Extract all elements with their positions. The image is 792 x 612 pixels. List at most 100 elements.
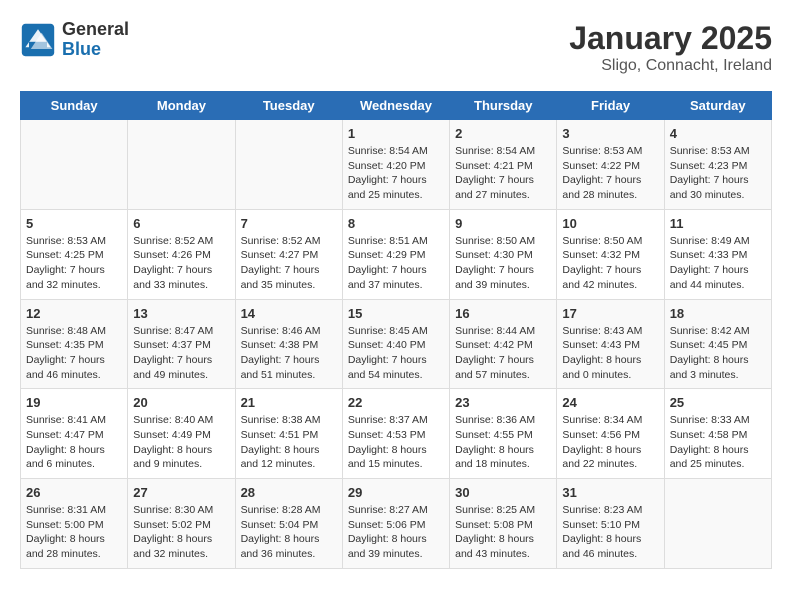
day-info: Sunrise: 8:30 AM Sunset: 5:02 PM Dayligh… — [133, 503, 229, 562]
day-number: 10 — [562, 216, 658, 231]
day-number: 24 — [562, 395, 658, 410]
day-number: 22 — [348, 395, 444, 410]
day-cell: 3Sunrise: 8:53 AM Sunset: 4:22 PM Daylig… — [557, 120, 664, 210]
day-info: Sunrise: 8:37 AM Sunset: 4:53 PM Dayligh… — [348, 413, 444, 472]
day-info: Sunrise: 8:43 AM Sunset: 4:43 PM Dayligh… — [562, 324, 658, 383]
week-row-3: 12 Sunrise: 8:48 AM Sunset: 4:35 PM Dayli… — [21, 299, 772, 389]
col-header-wednesday: Wednesday — [342, 92, 449, 120]
day-number: 26 — [26, 485, 122, 500]
day-cell — [235, 120, 342, 210]
day-number: 31 — [562, 485, 658, 500]
week-row-1: 1 Sunrise: 8:54 AM Sunset: 4:20 PM Daylig… — [21, 120, 772, 210]
logo-line2: Blue — [62, 40, 129, 60]
day-info: Sunrise: 8:48 AM Sunset: 4:35 PM Dayligh… — [26, 324, 122, 383]
day-cell: 27 Sunrise: 8:30 AM Sunset: 5:02 PM Dayli… — [128, 479, 235, 569]
day-number: 8 — [348, 216, 444, 231]
day-info: Sunrise: 8:45 AM Sunset: 4:40 PM Dayligh… — [348, 324, 444, 383]
day-info: Sunrise: 8:38 AM Sunset: 4:51 PM Dayligh… — [241, 413, 337, 472]
logo-icon — [20, 22, 56, 58]
day-number: 12 — [26, 306, 122, 321]
day-cell: 7Sunrise: 8:52 AM Sunset: 4:27 PM Daylig… — [235, 209, 342, 299]
day-number: 3 — [562, 126, 658, 141]
day-number: 7 — [241, 216, 337, 231]
day-cell: 12 Sunrise: 8:48 AM Sunset: 4:35 PM Dayli… — [21, 299, 128, 389]
day-info: Sunrise: 8:46 AM Sunset: 4:38 PM Dayligh… — [241, 324, 337, 383]
day-cell: 20Sunrise: 8:40 AM Sunset: 4:49 PM Dayli… — [128, 389, 235, 479]
day-info: Sunrise: 8:34 AM Sunset: 4:56 PM Dayligh… — [562, 413, 658, 472]
calendar-table: SundayMondayTuesdayWednesdayThursdayFrid… — [20, 91, 772, 569]
day-cell: 8 Sunrise: 8:51 AM Sunset: 4:29 PM Daylig… — [342, 209, 449, 299]
day-number: 15 — [348, 306, 444, 321]
day-cell: 13 Sunrise: 8:47 AM Sunset: 4:37 PM Dayli… — [128, 299, 235, 389]
page-subtitle: Sligo, Connacht, Ireland — [569, 57, 772, 75]
day-cell: 6 Sunrise: 8:52 AM Sunset: 4:26 PM Daylig… — [128, 209, 235, 299]
day-info: Sunrise: 8:50 AM Sunset: 4:32 PM Dayligh… — [562, 234, 658, 293]
logo-text: General Blue — [62, 20, 129, 60]
day-cell: 2 Sunrise: 8:54 AM Sunset: 4:21 PM Daylig… — [450, 120, 557, 210]
day-number: 19 — [26, 395, 122, 410]
day-number: 2 — [455, 126, 551, 141]
header-row: SundayMondayTuesdayWednesdayThursdayFrid… — [21, 92, 772, 120]
day-info: Sunrise: 8:51 AM Sunset: 4:29 PM Dayligh… — [348, 234, 444, 293]
day-cell: 28 Sunrise: 8:28 AM Sunset: 5:04 PM Dayli… — [235, 479, 342, 569]
day-number: 11 — [670, 216, 766, 231]
day-info: Sunrise: 8:44 AM Sunset: 4:42 PM Dayligh… — [455, 324, 551, 383]
day-number: 16 — [455, 306, 551, 321]
col-header-sunday: Sunday — [21, 92, 128, 120]
logo-line1: General — [62, 20, 129, 40]
week-row-2: 5Sunrise: 8:53 AM Sunset: 4:25 PM Daylig… — [21, 209, 772, 299]
day-info: Sunrise: 8:54 AM Sunset: 4:20 PM Dayligh… — [348, 144, 444, 203]
day-number: 23 — [455, 395, 551, 410]
day-info: Sunrise: 8:36 AM Sunset: 4:55 PM Dayligh… — [455, 413, 551, 472]
day-number: 21 — [241, 395, 337, 410]
day-number: 25 — [670, 395, 766, 410]
day-cell: 26Sunrise: 8:31 AM Sunset: 5:00 PM Dayli… — [21, 479, 128, 569]
day-cell — [664, 479, 771, 569]
day-info: Sunrise: 8:33 AM Sunset: 4:58 PM Dayligh… — [670, 413, 766, 472]
day-cell: 5Sunrise: 8:53 AM Sunset: 4:25 PM Daylig… — [21, 209, 128, 299]
day-info: Sunrise: 8:25 AM Sunset: 5:08 PM Dayligh… — [455, 503, 551, 562]
day-cell: 25 Sunrise: 8:33 AM Sunset: 4:58 PM Dayli… — [664, 389, 771, 479]
day-info: Sunrise: 8:50 AM Sunset: 4:30 PM Dayligh… — [455, 234, 551, 293]
col-header-friday: Friday — [557, 92, 664, 120]
day-number: 6 — [133, 216, 229, 231]
day-info: Sunrise: 8:49 AM Sunset: 4:33 PM Dayligh… — [670, 234, 766, 293]
day-info: Sunrise: 8:53 AM Sunset: 4:23 PM Dayligh… — [670, 144, 766, 203]
day-number: 29 — [348, 485, 444, 500]
day-cell: 9Sunrise: 8:50 AM Sunset: 4:30 PM Daylig… — [450, 209, 557, 299]
day-cell: 29 Sunrise: 8:27 AM Sunset: 5:06 PM Dayli… — [342, 479, 449, 569]
day-info: Sunrise: 8:54 AM Sunset: 4:21 PM Dayligh… — [455, 144, 551, 203]
day-info: Sunrise: 8:47 AM Sunset: 4:37 PM Dayligh… — [133, 324, 229, 383]
week-row-5: 26Sunrise: 8:31 AM Sunset: 5:00 PM Dayli… — [21, 479, 772, 569]
page-header: General Blue January 2025 Sligo, Connach… — [20, 20, 772, 75]
col-header-thursday: Thursday — [450, 92, 557, 120]
col-header-saturday: Saturday — [664, 92, 771, 120]
day-cell: 15 Sunrise: 8:45 AM Sunset: 4:40 PM Dayli… — [342, 299, 449, 389]
day-cell: 10 Sunrise: 8:50 AM Sunset: 4:32 PM Dayli… — [557, 209, 664, 299]
day-cell: 22 Sunrise: 8:37 AM Sunset: 4:53 PM Dayli… — [342, 389, 449, 479]
day-info: Sunrise: 8:28 AM Sunset: 5:04 PM Dayligh… — [241, 503, 337, 562]
day-cell: 4 Sunrise: 8:53 AM Sunset: 4:23 PM Daylig… — [664, 120, 771, 210]
day-info: Sunrise: 8:42 AM Sunset: 4:45 PM Dayligh… — [670, 324, 766, 383]
day-cell — [21, 120, 128, 210]
day-number: 27 — [133, 485, 229, 500]
day-info: Sunrise: 8:40 AM Sunset: 4:49 PM Dayligh… — [133, 413, 229, 472]
day-number: 4 — [670, 126, 766, 141]
day-number: 1 — [348, 126, 444, 141]
day-info: Sunrise: 8:52 AM Sunset: 4:26 PM Dayligh… — [133, 234, 229, 293]
day-cell: 18 Sunrise: 8:42 AM Sunset: 4:45 PM Dayli… — [664, 299, 771, 389]
day-number: 5 — [26, 216, 122, 231]
day-number: 18 — [670, 306, 766, 321]
day-cell — [128, 120, 235, 210]
week-row-4: 19Sunrise: 8:41 AM Sunset: 4:47 PM Dayli… — [21, 389, 772, 479]
day-number: 30 — [455, 485, 551, 500]
day-info: Sunrise: 8:27 AM Sunset: 5:06 PM Dayligh… — [348, 503, 444, 562]
day-cell: 30 Sunrise: 8:25 AM Sunset: 5:08 PM Dayli… — [450, 479, 557, 569]
day-number: 13 — [133, 306, 229, 321]
day-cell: 23 Sunrise: 8:36 AM Sunset: 4:55 PM Dayli… — [450, 389, 557, 479]
day-cell: 16 Sunrise: 8:44 AM Sunset: 4:42 PM Dayli… — [450, 299, 557, 389]
day-info: Sunrise: 8:23 AM Sunset: 5:10 PM Dayligh… — [562, 503, 658, 562]
title-block: January 2025 Sligo, Connacht, Ireland — [569, 20, 772, 75]
day-number: 28 — [241, 485, 337, 500]
day-number: 17 — [562, 306, 658, 321]
